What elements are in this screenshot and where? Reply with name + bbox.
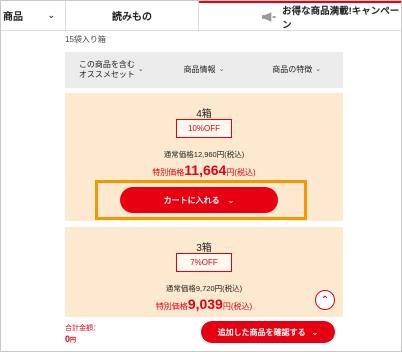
tab-label-line1: この商品を含む	[78, 60, 135, 69]
chevron-down-icon: ⌄	[137, 66, 144, 73]
special-price-suffix: 円(税込)	[222, 302, 253, 311]
product-subtitle: 15袋入り箱	[65, 35, 106, 44]
nav-campaign-label: お得な商品満載!キャンペーン	[282, 5, 400, 31]
quantity-label: 4箱	[196, 109, 212, 120]
total-label: 合計金額：	[65, 325, 100, 332]
special-price-value: 11,664	[184, 162, 227, 178]
megaphone-icon	[261, 11, 276, 22]
special-price: 特別価格9,039円(税込)	[65, 296, 343, 312]
scroll-to-top-button[interactable]: ⌃	[315, 290, 335, 310]
product-option-card: 3箱 7%OFF 通常価格9,720円(税込) 特別価格9,039円(税込)	[65, 227, 343, 317]
top-nav: 商品 ⌄ 読みもの お得な商品満載!キャンペーン	[1, 1, 401, 31]
confirm-added-items-button[interactable]: 追加した商品を確認する ⌄	[201, 321, 335, 343]
nav-products-label: 商品	[3, 12, 23, 23]
special-price-suffix: 円(税込)	[226, 168, 256, 177]
special-price-value: 9,039	[187, 296, 223, 312]
tab-label: この商品を含む オススメセット	[79, 60, 135, 80]
special-price-prefix: 特別価格	[152, 168, 185, 177]
tab-label-line2: オススメセット	[78, 70, 135, 79]
confirm-label: 追加した商品を確認する	[217, 327, 306, 337]
chevron-down-icon: ⌄	[315, 66, 322, 73]
chevron-down-icon: ⌄	[227, 195, 235, 205]
nav-reading[interactable]: 読みもの	[66, 1, 199, 30]
cart-footer: 合計金額： 0円 追加した商品を確認する ⌄	[1, 317, 401, 351]
regular-price: 通常価格12,960円(税込)	[163, 150, 245, 159]
discount-badge: 10%OFF	[176, 119, 232, 138]
screen: 商品 ⌄ 読みもの お得な商品満載!キャンペーン 15袋入り箱 この商品を含む …	[0, 0, 402, 352]
tab-product-info[interactable]: 商品情報 ⌄	[158, 65, 251, 75]
chevron-down-icon: ⌄	[218, 66, 225, 73]
total-unit: 円	[70, 338, 77, 344]
tab-label: 商品の特徴	[272, 65, 313, 74]
nav-products[interactable]: 商品 ⌄	[1, 1, 66, 30]
regular-price: 通常価格9,720円(税込)	[165, 284, 243, 293]
chevron-down-icon: ⌄	[47, 10, 55, 20]
chevron-down-icon: ⌄	[311, 327, 319, 337]
discount-badge: 7%OFF	[176, 253, 232, 272]
tab-bar: この商品を含む オススメセット ⌄ 商品情報 ⌄ 商品の特徴 ⌄	[65, 52, 343, 88]
total-value: 0円	[65, 334, 76, 344]
chevron-up-icon: ⌃	[320, 294, 330, 306]
add-to-cart-button[interactable]: カートに入れる ⌄	[120, 187, 278, 213]
special-price: 特別価格11,664円(税込)	[65, 162, 343, 178]
tab-label: 商品情報	[183, 65, 216, 74]
tab-features[interactable]: 商品の特徴 ⌄	[250, 65, 343, 75]
quantity-label: 3箱	[196, 243, 212, 254]
special-price-prefix: 特別価格	[155, 302, 188, 311]
nav-campaign[interactable]: お得な商品満載!キャンペーン	[199, 1, 401, 31]
nav-reading-label: 読みもの	[112, 12, 152, 23]
tab-recommended-set[interactable]: この商品を含む オススメセット ⌄	[65, 60, 158, 80]
add-to-cart-label: カートに入れる	[163, 195, 220, 205]
